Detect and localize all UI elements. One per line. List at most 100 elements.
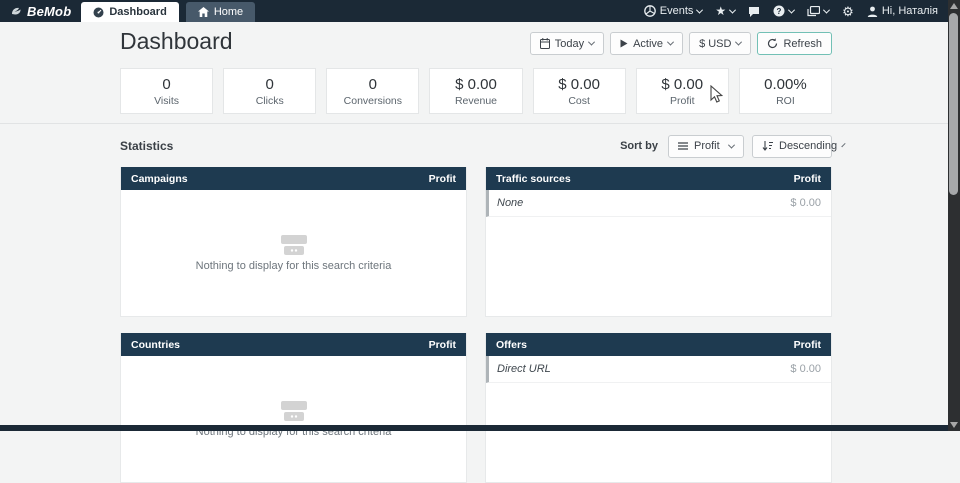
refresh-button[interactable]: Refresh — [757, 32, 832, 55]
empty-state: Nothing to display for this search crite… — [121, 356, 466, 482]
help-icon: ? — [773, 5, 785, 17]
scroll-up-arrow[interactable] — [950, 3, 958, 9]
stat-card-revenue: $ 0.00 Revenue — [429, 68, 522, 114]
panel-metric: Profit — [794, 339, 821, 351]
panels-grid: Campaigns Profit Nothing to display for … — [120, 167, 832, 483]
user-icon — [867, 6, 878, 17]
campaigns-panel: Campaigns Profit Nothing to display for … — [120, 167, 467, 317]
panel-title: Countries — [131, 339, 180, 351]
chat-button[interactable] — [748, 6, 760, 17]
calendar-icon — [540, 38, 550, 49]
empty-state-icon — [281, 401, 307, 421]
empty-state-text: Nothing to display for this search crite… — [196, 260, 392, 272]
stat-value: $ 0.00 — [455, 76, 497, 93]
user-menu[interactable]: Hi, Наталія — [867, 5, 938, 17]
help-menu[interactable]: ? — [773, 5, 794, 17]
row-name: Direct URL — [497, 363, 551, 375]
stat-card-roi: 0.00% ROI — [739, 68, 832, 114]
windows-icon — [807, 6, 820, 17]
panel-title: Traffic sources — [496, 173, 571, 185]
panel-metric: Profit — [794, 173, 821, 185]
svg-text:?: ? — [777, 7, 782, 16]
stat-card-visits: 0 Visits — [120, 68, 213, 114]
page-header: Dashboard Today Active — [120, 22, 832, 64]
bemob-logo[interactable]: BeMob — [8, 0, 81, 22]
currency-label: $ USD — [699, 38, 731, 50]
chevron-down-icon — [823, 6, 830, 13]
row-value: $ 0.00 — [790, 197, 821, 209]
chevron-down-icon — [841, 142, 845, 146]
scrollbar-thumb[interactable] — [949, 13, 958, 195]
stat-label: ROI — [776, 95, 795, 107]
currency-button[interactable]: $ USD — [689, 32, 751, 55]
table-row[interactable]: Direct URL $ 0.00 — [486, 356, 831, 383]
countries-panel-body: Nothing to display for this search crite… — [121, 356, 466, 482]
stat-card-cost: $ 0.00 Cost — [533, 68, 626, 114]
tab-dashboard[interactable]: Dashboard — [81, 2, 178, 22]
sort-order-select[interactable]: Descending — [752, 135, 832, 158]
vertical-scrollbar[interactable] — [948, 0, 960, 431]
empty-state-icon — [281, 235, 307, 255]
tab-dashboard-label: Dashboard — [109, 6, 166, 18]
bemob-logo-icon — [10, 5, 23, 18]
chat-icon — [748, 6, 760, 17]
tab-home[interactable]: Home — [186, 2, 255, 22]
events-menu[interactable]: Events — [644, 5, 703, 17]
panel-metric: Profit — [429, 339, 456, 351]
workspaces-menu[interactable] — [807, 6, 829, 17]
panel-metric: Profit — [429, 173, 456, 185]
countries-panel: Countries Profit Nothing to display for … — [120, 333, 467, 483]
chevron-down-icon — [667, 39, 674, 46]
refresh-icon — [767, 38, 778, 49]
offers-panel-header: Offers Profit — [486, 333, 831, 356]
stat-value: 0.00% — [764, 76, 807, 93]
empty-state: Nothing to display for this search crite… — [121, 190, 466, 316]
stat-card-clicks: 0 Clicks — [223, 68, 316, 114]
traffic-sources-panel: Traffic sources Profit None $ 0.00 — [485, 167, 832, 317]
status-filter-label: Active — [633, 38, 663, 50]
offers-panel: Offers Profit Direct URL $ 0.00 — [485, 333, 832, 483]
settings-button[interactable]: ⚙ — [842, 5, 854, 18]
chevron-down-icon — [729, 6, 736, 13]
sort-controls: Sort by Profit Descending — [620, 135, 832, 158]
statistics-title: Statistics — [120, 139, 173, 153]
table-row[interactable]: None $ 0.00 — [486, 190, 831, 217]
stat-label: Revenue — [455, 95, 497, 107]
topbar-actions: Events ★ ? — [644, 0, 960, 22]
panel-title: Campaigns — [131, 173, 188, 185]
traffic-sources-panel-body: None $ 0.00 — [486, 190, 831, 316]
stat-label: Clicks — [256, 95, 284, 107]
page-title: Dashboard — [120, 28, 233, 55]
sort-descending-icon — [762, 141, 773, 151]
user-greeting: Hi, Наталія — [882, 5, 938, 17]
section-divider — [0, 123, 960, 124]
stat-label: Profit — [670, 95, 695, 107]
status-filter-button[interactable]: Active — [610, 32, 683, 55]
date-range-button[interactable]: Today — [530, 32, 604, 55]
star-icon: ★ — [715, 5, 726, 17]
scroll-down-arrow[interactable] — [950, 422, 958, 428]
tab-home-label: Home — [214, 6, 243, 18]
panel-title: Offers — [496, 339, 527, 351]
top-navigation-bar: BeMob Dashboard Home — [0, 0, 960, 22]
traffic-sources-panel-header: Traffic sources Profit — [486, 167, 831, 190]
sort-order-value: Descending — [779, 140, 837, 152]
offers-panel-body: Direct URL $ 0.00 — [486, 356, 831, 482]
page-content: Dashboard Today Active — [120, 22, 832, 114]
statistics-header: Statistics Sort by Profit — [120, 134, 832, 158]
stat-label: Conversions — [344, 95, 402, 107]
row-value: $ 0.00 — [790, 363, 821, 375]
sort-field-select[interactable]: Profit — [668, 135, 744, 158]
stat-card-profit: $ 0.00 Profit — [636, 68, 729, 114]
chevron-down-icon — [588, 39, 595, 46]
favorites-menu[interactable]: ★ — [715, 5, 735, 17]
date-range-label: Today — [555, 38, 584, 50]
events-label: Events — [660, 5, 694, 17]
chevron-down-icon — [728, 141, 735, 148]
campaigns-panel-header: Campaigns Profit — [121, 167, 466, 190]
stat-value: 0 — [266, 76, 274, 93]
stat-label: Cost — [568, 95, 590, 107]
brand-name: BeMob — [27, 4, 71, 19]
stat-card-conversions: 0 Conversions — [326, 68, 419, 114]
header-toolbar: Today Active $ USD — [530, 32, 832, 55]
